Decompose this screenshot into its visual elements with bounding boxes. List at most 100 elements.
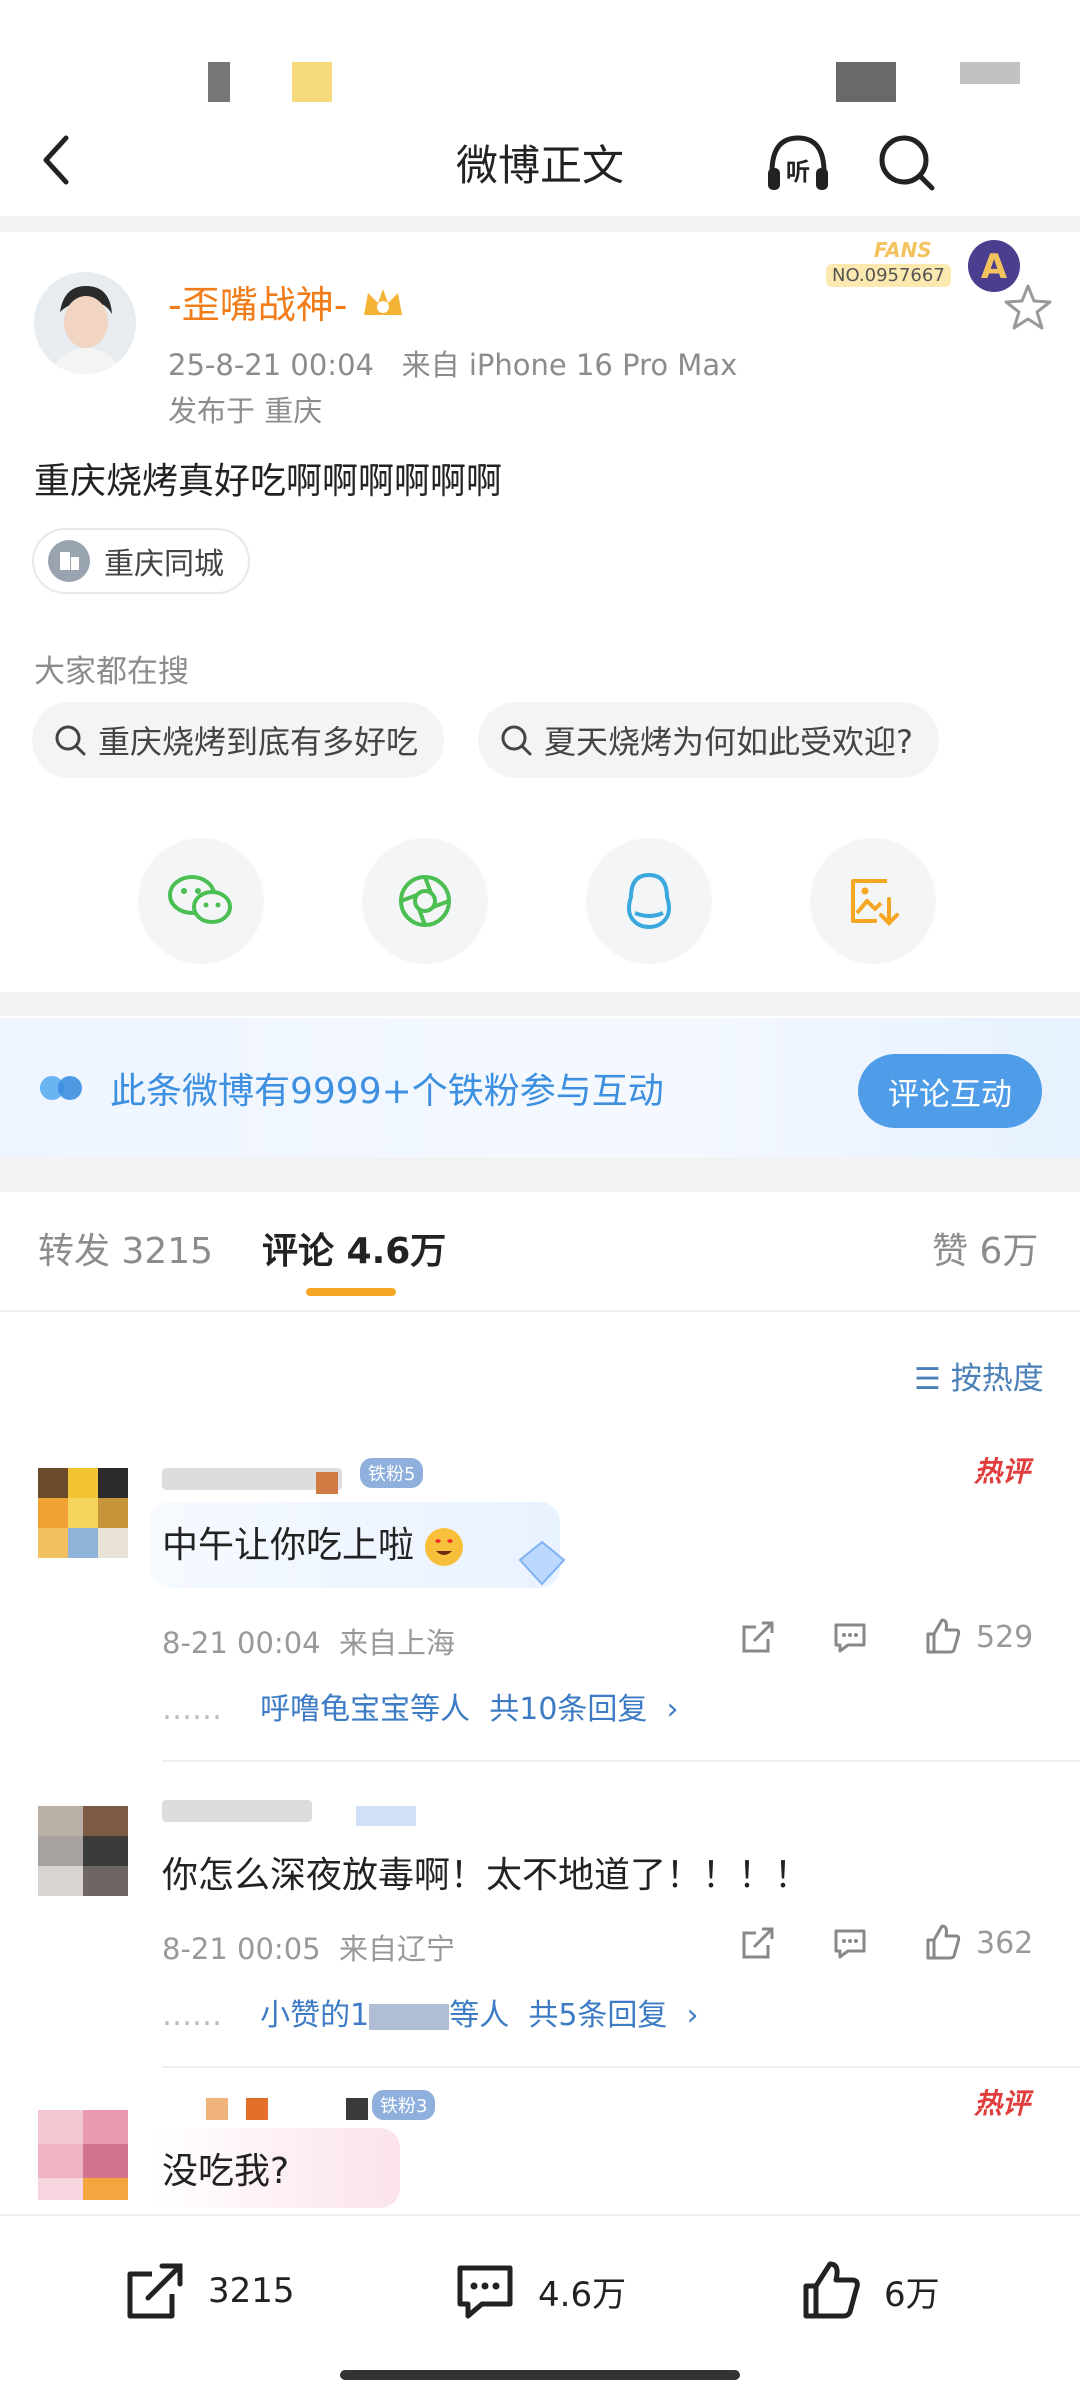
hot-comment-badge: 热评 [974, 1455, 1031, 1488]
topic-chip[interactable]: 重庆同城 [32, 528, 250, 594]
chevron-right-icon: › [676, 1998, 699, 2033]
star-icon [1004, 284, 1052, 330]
author-name[interactable]: -歪嘴战神- [168, 274, 406, 330]
fans-badge-number: NO.0957667 [826, 264, 951, 287]
redacted-block [346, 2098, 368, 2120]
fan-level-badge: 铁粉5 [360, 1458, 424, 1488]
home-indicator [340, 2370, 740, 2380]
comment-text-body: 中午让你吃上啦 [162, 1525, 415, 1566]
like-icon[interactable] [922, 1922, 964, 1964]
save-image-icon [851, 879, 899, 926]
post-content: 重庆烧烤真好吃啊啊啊啊啊啊 [34, 461, 503, 502]
fan-interaction-banner[interactable]: 此条微博有9999+个铁粉参与互动 评论互动 [0, 1018, 1080, 1158]
search-icon [501, 725, 532, 756]
tab-comments[interactable]: 评论 4.6万 [262, 1222, 446, 1274]
like-icon [803, 2261, 860, 2319]
fan-banner-icon [40, 1076, 82, 1100]
comment-text: 没吃我? [162, 2151, 290, 2192]
redacted-block [316, 1472, 338, 1494]
qq-icon [627, 872, 671, 930]
reply-icon[interactable] [830, 1617, 870, 1657]
headphones-icon: 听 [768, 135, 828, 190]
post-meta: 25-8-21 00:04 来自 iPhone 16 Pro Max [168, 342, 737, 384]
share-qq-button[interactable] [586, 838, 712, 964]
like-count: 529 [976, 1619, 1034, 1655]
comment-avatar[interactable] [38, 2110, 128, 2200]
avatar-image [34, 272, 136, 374]
search-suggestion[interactable]: 夏天烧烤为何如此受欢迎? [478, 702, 939, 778]
view-replies-link[interactable]: …… 呼噜龟宝宝等人 共10条回复 › [162, 1684, 679, 1728]
status-bar-redacted [960, 62, 1020, 84]
fan-banner-text: 此条微博有9999+个铁粉参与互动 [110, 1071, 664, 1112]
hot-comment-badge: 热评 [974, 2087, 1031, 2120]
tab-reposts[interactable]: 转发 3215 [38, 1222, 213, 1274]
wechat-icon [168, 875, 232, 924]
repost-icon[interactable] [738, 1923, 778, 1963]
building-icon [48, 540, 90, 582]
repost-count: 3215 [208, 2271, 295, 2311]
search-suggestion[interactable]: 重庆烧烤到底有多好吃 [32, 702, 445, 778]
search-suggestion-text: 重庆烧烤到底有多好吃 [98, 723, 419, 761]
sort-icon: ☰ [914, 1362, 941, 1397]
tab-likes[interactable]: 赞 6万 [932, 1222, 1038, 1274]
redacted-block [206, 2098, 228, 2120]
redacted-block [246, 2098, 268, 2120]
comment-meta: 8-21 00:04 来自上海 [162, 1620, 455, 1662]
status-bar-redacted [292, 62, 332, 102]
share-wechat-button[interactable] [138, 838, 264, 964]
post-time: 25-8-21 00:04 [168, 348, 374, 382]
gem-sticker-icon [518, 1540, 566, 1586]
listen-button[interactable]: 听 [762, 128, 834, 198]
status-bar-redacted [208, 62, 230, 102]
divider [162, 2066, 1080, 2068]
replies-count: 共10条回复 [489, 1692, 648, 1727]
active-tab-indicator [306, 1288, 396, 1296]
comment-count: 4.6万 [538, 2274, 627, 2315]
comment-action[interactable]: 4.6万 [452, 2258, 626, 2324]
comment-text: 你怎么深夜放毒啊！太不地道了！！！！ [162, 1855, 811, 1896]
comment-username-redacted [162, 1800, 312, 1822]
redacted-block [356, 1806, 416, 1826]
divider [0, 992, 1080, 1016]
divider [0, 1310, 1080, 1312]
search-suggestion-text: 夏天烧烤为何如此受欢迎? [544, 723, 913, 761]
search-icon [55, 725, 86, 756]
divider [162, 1760, 1080, 1762]
avatar-image-pixelated [38, 2110, 128, 2200]
avatar-image-pixelated [38, 1806, 128, 1896]
comment-avatar[interactable] [38, 1806, 128, 1896]
redacted-block [369, 2003, 450, 2030]
sort-button[interactable]: ☰ 按热度 [914, 1353, 1044, 1398]
save-image-button[interactable] [810, 838, 936, 964]
like-action[interactable]: 6万 [798, 2258, 940, 2324]
comment-actions: 529 [738, 1616, 1033, 1658]
view-replies-link[interactable]: …… 小赞的1 等人 共5条回复 › [162, 1990, 699, 2034]
comment-text: 中午让你吃上啦 [162, 1516, 464, 1568]
like-count: 362 [976, 1925, 1034, 1961]
svg-text:听: 听 [786, 158, 810, 186]
heart-eyes-emoji-icon [425, 1528, 464, 1566]
comment-region: 来自辽宁 [339, 1932, 456, 1966]
search-button[interactable] [872, 128, 942, 198]
repost-icon[interactable] [738, 1617, 778, 1657]
share-moments-button[interactable] [362, 838, 488, 964]
sort-label: 按热度 [950, 1361, 1044, 1397]
favorite-button[interactable] [1002, 282, 1054, 334]
like-icon[interactable] [922, 1616, 964, 1658]
comment-meta: 8-21 00:05 来自辽宁 [162, 1926, 455, 1968]
topic-chip-label: 重庆同城 [104, 547, 224, 582]
comment-time: 8-21 00:05 [162, 1932, 321, 1966]
moments-icon [399, 875, 451, 927]
author-avatar[interactable] [34, 272, 136, 374]
fans-badge: FANS NO.0957667 A [826, 234, 1026, 298]
comment-interact-button[interactable]: 评论互动 [858, 1054, 1042, 1128]
comment-avatar[interactable] [38, 1468, 128, 1558]
replies-dots: …… [162, 1692, 222, 1727]
comment-actions: 362 [738, 1922, 1033, 1964]
replies-count: 共5条回复 [528, 1998, 668, 2033]
chevron-right-icon: › [656, 1692, 679, 1727]
repost-action[interactable]: 3215 [122, 2258, 295, 2324]
reply-icon[interactable] [830, 1923, 870, 1963]
crown-badge-icon [360, 285, 406, 330]
status-bar [0, 0, 1080, 120]
